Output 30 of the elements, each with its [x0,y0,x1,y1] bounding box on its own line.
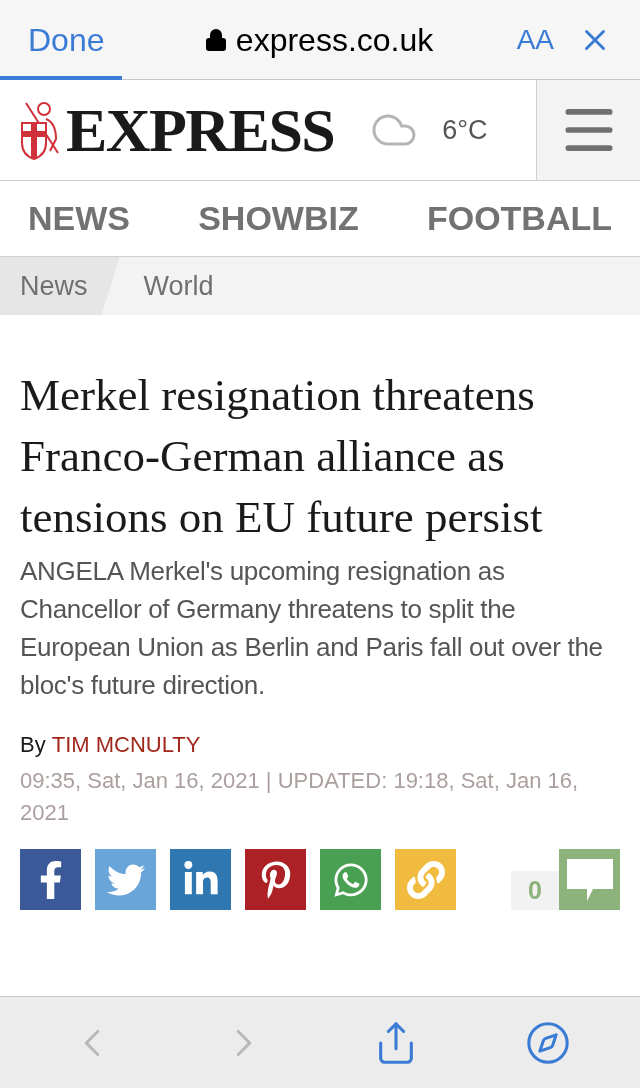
compass-icon [525,1019,571,1066]
logo-text[interactable]: EXPRESS [66,99,335,161]
facebook-share-button[interactable] [20,849,81,910]
breadcrumb-link[interactable]: News [0,257,120,315]
nav-link[interactable]: NEWS [28,193,130,244]
twitter-share-button[interactable] [95,849,156,910]
linkedin-share-button[interactable] [170,849,231,910]
byline-label: By [20,731,46,759]
whatsapp-icon [331,860,370,899]
breadcrumb-link[interactable]: World [119,257,238,315]
lock-icon [203,27,228,52]
url-text[interactable]: express.co.uk [235,15,434,64]
menu-button[interactable] [536,80,640,180]
comment-count: 0 [511,871,559,910]
comments-button[interactable] [559,849,620,910]
temperature: 6°C [442,113,488,147]
text-size-button[interactable]: AA [516,18,554,61]
whatsapp-share-button[interactable] [320,849,381,910]
nav-link[interactable]: SHOWBIZ [198,193,359,244]
done-button[interactable]: Done [28,15,105,64]
nav-link[interactable]: FOOTBALL [426,193,612,244]
publish-date: 09:35, Sat, Jan 16, 2021 | UPDATED: 19:18, Sat, Jan 16, 2021 [20,767,580,827]
headline: Merkel resignation threatens Franco-German alliance as tensions on EU future persist [20,369,544,544]
compass-button[interactable] [525,1019,571,1066]
author-link[interactable]: TIM MCNULTY [51,728,201,761]
knight-logo-icon [20,99,62,161]
article-summary: ANGELA Merkel's upcoming resignation as Chancellor of Germany threatens to split the European Union as Berlin and Paris fall out over the bloc's future direction. [20,555,604,702]
speech-bubble-icon [564,856,615,903]
pinterest-share-button[interactable] [245,849,306,910]
link-icon [406,860,445,899]
